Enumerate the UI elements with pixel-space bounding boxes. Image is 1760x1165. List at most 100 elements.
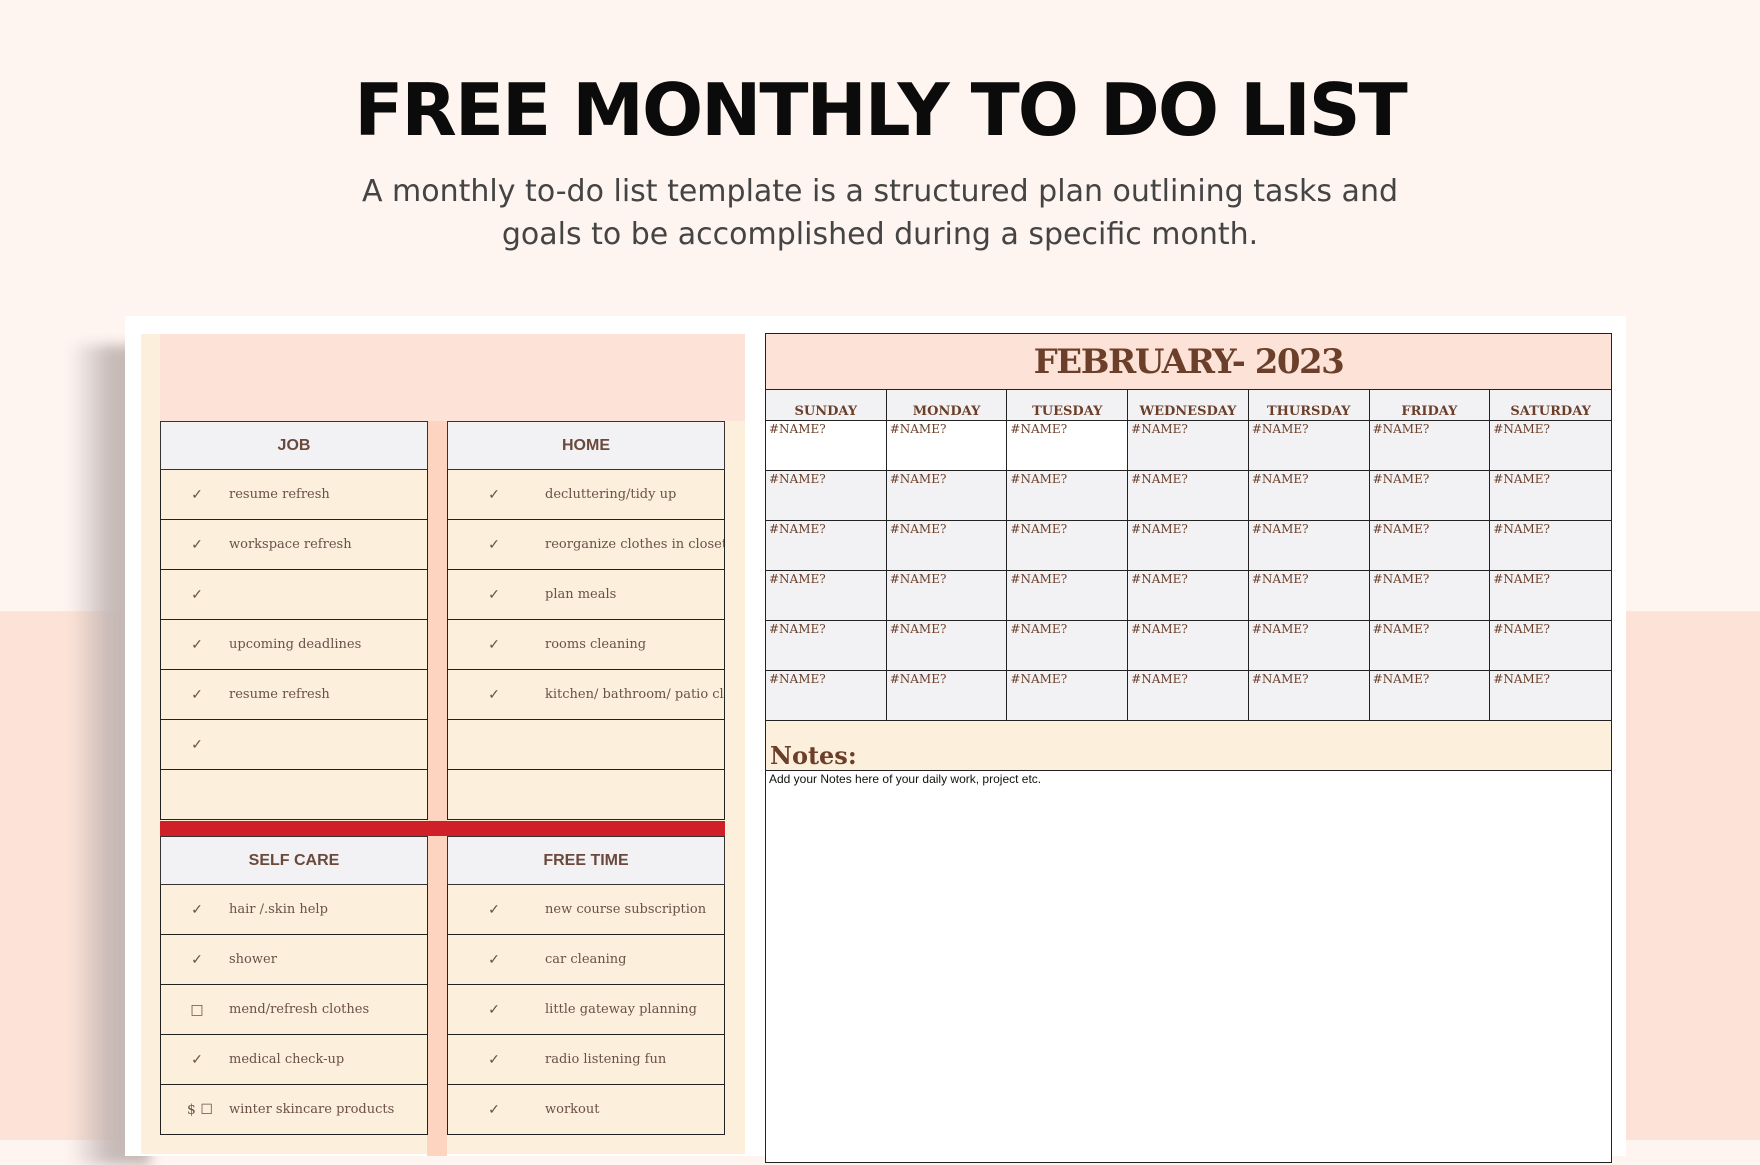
checkbox-icon[interactable]: □ [187, 1002, 207, 1018]
list-item[interactable]: ✓ resume refresh [160, 670, 428, 720]
list-item[interactable] [447, 770, 725, 820]
list-item[interactable]: ✓ car cleaning [447, 935, 725, 985]
checkmark-icon[interactable]: ✓ [484, 952, 504, 968]
checkmark-icon[interactable]: ✓ [484, 687, 504, 703]
page-title: FREE MONTHLY TO DO LIST [354, 68, 1407, 152]
list-item[interactable]: ✓ workout [447, 1085, 725, 1135]
section-divider [160, 821, 725, 836]
list-item-text: winter skincare products [229, 1102, 395, 1117]
list-item-text: car cleaning [545, 952, 627, 967]
calendar-cell[interactable]: #NAME? [1128, 571, 1249, 621]
checkmark-icon[interactable]: ✓ [484, 902, 504, 918]
calendar-cell[interactable]: #NAME? [1007, 571, 1129, 621]
day-header: FRIDAY [1369, 390, 1491, 421]
list-item[interactable]: ✓ [160, 720, 428, 770]
checkmark-icon[interactable]: ✓ [484, 587, 504, 603]
list-item-text: new course subscription [545, 902, 707, 917]
calendar-cell[interactable]: #NAME? [1128, 671, 1249, 721]
calendar-cell[interactable]: #NAME? [766, 671, 887, 721]
list-item[interactable]: □ mend/refresh clothes [160, 985, 428, 1035]
calendar-cell[interactable]: #NAME? [1248, 671, 1370, 721]
checkmark-icon[interactable]: ✓ [187, 587, 207, 603]
calendar-cell[interactable]: #NAME? [1369, 671, 1491, 721]
calendar-cell[interactable]: #NAME? [1369, 521, 1491, 571]
calendar-cell[interactable]: #NAME? [1490, 671, 1611, 721]
calendar-cell[interactable]: #NAME? [1128, 471, 1249, 521]
list-item[interactable]: $ ☐ winter skincare products [160, 1085, 428, 1135]
list-item[interactable]: ✓ workspace refresh [160, 520, 428, 570]
checkmark-icon[interactable]: ✓ [187, 1052, 207, 1068]
notes-text[interactable]: Add your Notes here of your daily work, … [766, 771, 1611, 787]
calendar-cell[interactable]: #NAME? [766, 621, 887, 671]
calendar-cell[interactable]: #NAME? [1369, 621, 1491, 671]
calendar-cell[interactable]: #NAME? [1248, 471, 1370, 521]
calendar-cell[interactable]: #NAME? [886, 421, 1008, 471]
list-item[interactable]: ✓ little gateway planning [447, 985, 725, 1035]
list-item[interactable]: ✓ hair /.skin help [160, 885, 428, 935]
calendar-cell[interactable]: #NAME? [886, 671, 1008, 721]
list-item[interactable]: ✓ decluttering/tidy up [447, 470, 725, 520]
list-item[interactable]: ✓ upcoming deadlines [160, 620, 428, 670]
calendar-cell[interactable]: #NAME? [1369, 571, 1491, 621]
list-item[interactable]: ✓ resume refresh [160, 470, 428, 520]
calendar-cell[interactable]: #NAME? [1007, 521, 1129, 571]
calendar-cell[interactable]: #NAME? [1007, 621, 1129, 671]
list-item[interactable]: ✓ new course subscription [447, 885, 725, 935]
calendar-cell[interactable]: #NAME? [1248, 421, 1370, 471]
calendar-cell[interactable]: #NAME? [1248, 571, 1370, 621]
calendar-cell[interactable]: #NAME? [1490, 571, 1611, 621]
checkmark-icon[interactable]: ✓ [187, 687, 207, 703]
calendar-cell[interactable]: #NAME? [1128, 521, 1249, 571]
list-item-text: rooms cleaning [545, 637, 647, 652]
list-item[interactable]: ✓ [160, 570, 428, 620]
checkmark-icon[interactable]: ✓ [484, 1102, 504, 1118]
list-item[interactable]: ✓ kitchen/ bathroom/ patio cleaning [447, 670, 725, 720]
list-item-text: plan meals [545, 587, 617, 602]
list-item[interactable] [160, 770, 428, 820]
calendar-cell[interactable]: #NAME? [1007, 421, 1129, 471]
list-item[interactable] [447, 720, 725, 770]
calendar-cell[interactable]: #NAME? [1248, 621, 1370, 671]
list-item[interactable]: ✓ plan meals [447, 570, 725, 620]
checkmark-icon[interactable]: ✓ [187, 902, 207, 918]
calendar-cell[interactable]: #NAME? [1128, 621, 1249, 671]
calendar-cell[interactable]: #NAME? [766, 471, 887, 521]
calendar-cell[interactable]: #NAME? [766, 421, 887, 471]
checkmark-icon[interactable]: ✓ [187, 637, 207, 653]
calendar-cell[interactable]: #NAME? [886, 621, 1008, 671]
calendar-cell[interactable]: #NAME? [886, 571, 1008, 621]
list-item[interactable]: ✓ medical check-up [160, 1035, 428, 1085]
calendar-cell[interactable]: #NAME? [1369, 421, 1491, 471]
calendar-cell[interactable]: #NAME? [1007, 671, 1129, 721]
calendar-cell[interactable]: #NAME? [1007, 471, 1129, 521]
checkmark-icon[interactable]: ✓ [484, 637, 504, 653]
calendar-cell[interactable]: #NAME? [766, 571, 887, 621]
calendar-cell[interactable]: #NAME? [1490, 621, 1611, 671]
list-item[interactable]: ✓ radio listening fun [447, 1035, 725, 1085]
calendar-cell[interactable]: #NAME? [1490, 421, 1611, 471]
checkmark-icon[interactable]: ✓ [484, 1052, 504, 1068]
list-item[interactable]: ✓ rooms cleaning [447, 620, 725, 670]
calendar-cell[interactable]: #NAME? [1248, 521, 1370, 571]
checkbox-icon[interactable]: $ ☐ [187, 1102, 213, 1118]
calendar-cell[interactable]: #NAME? [886, 471, 1008, 521]
checkmark-icon[interactable]: ✓ [484, 537, 504, 553]
calendar-cell[interactable]: #NAME? [1128, 421, 1249, 471]
checkmark-icon[interactable]: ✓ [187, 737, 207, 753]
checkmark-icon[interactable]: ✓ [484, 1002, 504, 1018]
calendar-cell[interactable]: #NAME? [1369, 471, 1491, 521]
calendar-cell[interactable]: #NAME? [1490, 521, 1611, 571]
checkmark-icon[interactable]: ✓ [187, 487, 207, 503]
calendar-cell[interactable]: #NAME? [1490, 471, 1611, 521]
page-subtitle: A monthly to-do list template is a struc… [300, 170, 1460, 256]
list-item-text: shower [229, 952, 277, 967]
self-care-list: SELF CARE ✓ hair /.skin help ✓ shower □ mend/… [160, 836, 428, 1135]
calendar-cell[interactable]: #NAME? [886, 521, 1008, 571]
checkmark-icon[interactable]: ✓ [187, 537, 207, 553]
calendar-cell[interactable]: #NAME? [766, 521, 887, 571]
list-item[interactable]: ✓ reorganize clothes in closet [447, 520, 725, 570]
checkmark-icon[interactable]: ✓ [187, 952, 207, 968]
calendar: FEBRUARY- 2023 SUNDAY MONDAY TUESDAY WEDNES… [765, 333, 1612, 1163]
list-item[interactable]: ✓ shower [160, 935, 428, 985]
checkmark-icon[interactable]: ✓ [484, 487, 504, 503]
